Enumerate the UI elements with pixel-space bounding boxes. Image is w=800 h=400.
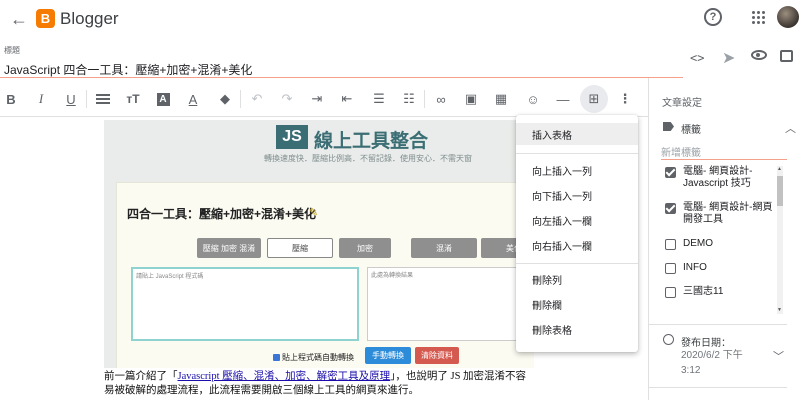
image-button-encrypt: 加密 xyxy=(339,238,391,258)
preview-eye-icon[interactable] xyxy=(751,50,767,60)
menu-insert-row-below[interactable]: 向下插入一列 xyxy=(516,184,638,206)
image-button-compress: 壓縮 xyxy=(267,238,333,258)
font-family-icon[interactable]: A xyxy=(152,86,174,112)
toolbar-divider xyxy=(424,90,425,108)
checkbox-checked[interactable] xyxy=(665,167,676,178)
publish-send-icon[interactable]: ➤ xyxy=(722,48,735,68)
font-size-icon[interactable]: тT xyxy=(122,86,144,112)
panel-divider xyxy=(649,387,787,388)
panel-divider xyxy=(649,324,787,325)
indent-increase-icon[interactable]: ⇥ xyxy=(306,86,328,112)
checkbox[interactable] xyxy=(665,287,676,298)
scroll-down-arrow-icon[interactable]: ▼ xyxy=(777,307,782,313)
more-options-icon[interactable]: ⋮ xyxy=(614,86,636,112)
text-color-icon[interactable]: A xyxy=(182,86,204,112)
menu-delete-column[interactable]: 刪除欄 xyxy=(516,293,638,315)
scroll-up-arrow-icon[interactable]: ▲ xyxy=(777,166,782,172)
labels-heading: 標籤 xyxy=(681,125,701,136)
chevron-up-icon[interactable]: ︿ xyxy=(785,120,796,136)
app-title: Blogger xyxy=(60,9,119,28)
link-icon[interactable]: ∞ xyxy=(430,86,452,112)
publish-date-label: 發布日期： xyxy=(681,338,731,349)
avatar[interactable] xyxy=(777,6,799,28)
image-button-all: 壓縮 加密 混淆 xyxy=(197,238,261,258)
label-option[interactable]: 電腦- 網頁設計-網頁開發工具 xyxy=(665,202,777,228)
menu-delete-row[interactable]: 刪除列 xyxy=(516,268,638,290)
card-title: 四合一工具：壓縮+加密+混淆+美化 xyxy=(127,207,317,221)
image-input-area: 請貼上 JavaScript 程式碼 xyxy=(131,267,359,341)
pencil-icon: ✎ xyxy=(309,207,319,219)
undo-icon[interactable]: ↶ xyxy=(246,86,268,112)
menu-delete-table[interactable]: 刪除表格 xyxy=(516,318,638,340)
table-menu: 插入表格 向上插入一列 向下插入一列 向左插入一欄 向右插入一欄 刪除列 刪除欄… xyxy=(516,115,638,352)
label-option[interactable]: INFO xyxy=(665,262,777,276)
toolbar-divider xyxy=(86,90,87,108)
table-icon[interactable]: ⊞ xyxy=(580,85,608,113)
emoji-icon[interactable]: ☺ xyxy=(522,86,544,112)
menu-divider xyxy=(516,263,638,264)
clock-icon xyxy=(663,334,674,345)
labels-scrollbar[interactable]: ▲ ▼ xyxy=(777,166,783,314)
new-label-underline xyxy=(661,159,787,160)
bold-icon[interactable]: B xyxy=(0,86,22,112)
html-view-icon[interactable]: <> xyxy=(690,51,704,65)
post-title-input[interactable]: JavaScript 四合一工具：壓縮+加密+混淆+美化 xyxy=(4,61,684,78)
label-tag-icon xyxy=(663,122,674,131)
indent-decrease-icon[interactable]: ⇤ xyxy=(336,86,358,112)
checkbox-icon xyxy=(273,354,280,361)
banner-subtitle: 轉換速度快．壓縮比例高．不留記錄．使用安心．不需天窗 xyxy=(264,154,472,163)
horizontal-rule-icon[interactable]: — xyxy=(552,86,574,112)
title-field-label: 標題 xyxy=(4,46,20,55)
image-icon[interactable]: ▣ xyxy=(460,86,482,112)
image-banner: JS 線上工具整合 轉換速度快．壓縮比例高．不留記錄．使用安心．不需天窗 xyxy=(104,120,534,172)
image-clear-button: 清除資料 xyxy=(415,347,459,364)
app-bar: ← B Blogger ? xyxy=(0,0,800,38)
help-icon[interactable]: ? xyxy=(704,8,722,26)
bulleted-list-icon[interactable]: ☰ xyxy=(368,86,390,112)
toolbar-divider xyxy=(240,90,241,108)
post-settings-panel: 文章設定 標籤 ︿ 新增標籤 電腦- 網頁設計- Javascript 技巧 電… xyxy=(648,78,800,400)
tool-card: 四合一工具：壓縮+加密+混淆+美化 ✎ 壓縮 加密 混淆 壓縮 加密 混淆 美化… xyxy=(116,182,534,368)
banner-title: 線上工具整合 xyxy=(314,131,429,152)
checkbox-checked[interactable] xyxy=(665,203,676,214)
label-option[interactable]: 三國志11 xyxy=(665,286,777,300)
image-button-obfuscate: 混淆 xyxy=(411,238,477,258)
settings-panel-toggle-icon[interactable] xyxy=(780,50,793,62)
blogger-logo[interactable]: B xyxy=(36,9,55,28)
js-badge: JS xyxy=(276,125,308,149)
editor-toolbar: B I U тT A A ◆ ↶ ↷ ⇥ ⇤ ☰ ☷ ∞ ▣ ▦ ☺ — ⊞ ⋮ xyxy=(0,85,640,113)
publish-date-value[interactable]: 2020/6/2 下午 3:12 xyxy=(681,348,761,378)
chevron-down-icon[interactable]: ﹀ xyxy=(773,348,784,364)
new-label-input[interactable]: 新增標籤 xyxy=(661,144,781,159)
menu-divider xyxy=(516,153,638,154)
scroll-thumb[interactable] xyxy=(777,176,783,206)
label-option[interactable]: 電腦- 網頁設計- Javascript 技巧 xyxy=(665,166,777,192)
image-output-area: 此處為轉換結果 xyxy=(367,267,534,341)
video-icon[interactable]: ▦ xyxy=(490,86,512,112)
apps-grid-icon[interactable] xyxy=(752,11,766,25)
highlight-color-icon[interactable]: ◆ xyxy=(214,86,236,112)
menu-insert-column-right[interactable]: 向右插入一欄 xyxy=(516,234,638,256)
checkbox[interactable] xyxy=(665,239,676,250)
image-convert-button: 手動轉換 xyxy=(365,347,411,364)
image-auto-convert: 貼上程式碼自動轉換 xyxy=(273,352,354,363)
paragraph-link[interactable]: Javascript 壓縮、混淆、加密、解密工具及原理 xyxy=(178,371,391,382)
post-paragraph[interactable]: 前一篇介紹了「Javascript 壓縮、混淆、加密、解密工具及原理」，也說明了… xyxy=(104,370,534,398)
labels-section-header[interactable]: 標籤 ︿ xyxy=(661,118,797,138)
checkbox[interactable] xyxy=(665,263,676,274)
embedded-tool-image[interactable]: JS 線上工具整合 轉換速度快．壓縮比例高．不留記錄．使用安心．不需天窗 四合一… xyxy=(104,120,534,368)
back-arrow-icon[interactable]: ← xyxy=(8,8,30,30)
settings-title: 文章設定 xyxy=(662,98,702,109)
label-option[interactable]: DEMO xyxy=(665,238,777,252)
paragraph-format-icon[interactable] xyxy=(92,86,114,112)
title-underline xyxy=(0,77,683,78)
menu-insert-table[interactable]: 插入表格 xyxy=(516,123,638,145)
menu-insert-column-left[interactable]: 向左插入一欄 xyxy=(516,209,638,231)
menu-insert-row-above[interactable]: 向上插入一列 xyxy=(516,159,638,181)
numbered-list-icon[interactable]: ☷ xyxy=(398,86,420,112)
italic-icon[interactable]: I xyxy=(30,86,52,112)
redo-icon[interactable]: ↷ xyxy=(276,86,298,112)
underline-icon[interactable]: U xyxy=(60,86,82,112)
